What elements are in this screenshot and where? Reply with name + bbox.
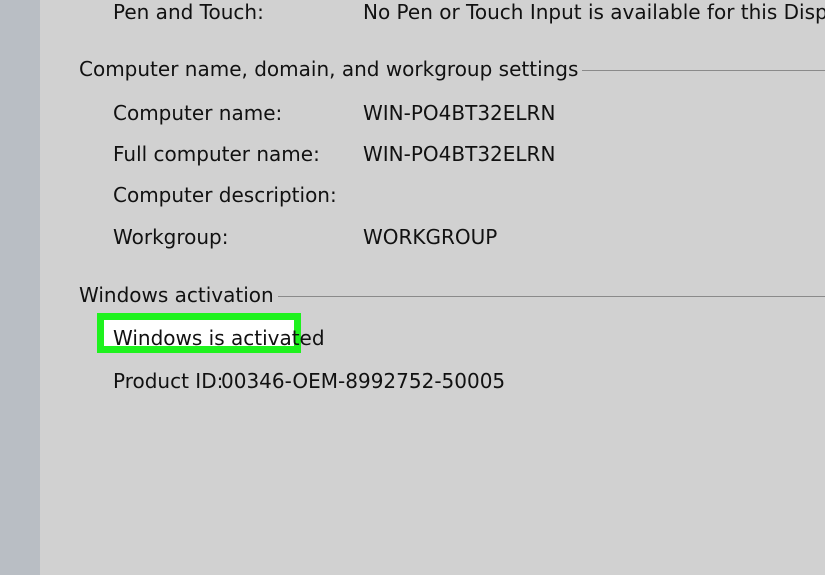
activation-status-highlight: Windows is activated [97, 313, 325, 353]
section-divider [582, 70, 825, 71]
left-navigation-strip [0, 0, 40, 575]
computer-name-section-title: Computer name, domain, and workgroup set… [79, 57, 579, 81]
workgroup-value: WORKGROUP [363, 225, 498, 249]
system-properties-panel: Pen and Touch: No Pen or Touch Input is … [40, 0, 825, 575]
windows-activation-section-title: Windows activation [79, 283, 274, 307]
computer-name-label: Computer name: [113, 101, 283, 125]
full-computer-name-label: Full computer name: [113, 142, 320, 166]
computer-name-value: WIN-PO4BT32ELRN [363, 101, 556, 125]
windows-activation-section-header: Windows activation [79, 283, 825, 307]
product-id-value: 00346-OEM-8992752-50005 [221, 369, 506, 393]
computer-name-section-header: Computer name, domain, and workgroup set… [79, 57, 825, 81]
pen-touch-label: Pen and Touch: [113, 0, 264, 24]
product-id-label: Product ID: [113, 369, 224, 393]
full-computer-name-value: WIN-PO4BT32ELRN [363, 142, 556, 166]
section-divider [277, 296, 825, 297]
pen-touch-value: No Pen or Touch Input is available for t… [363, 0, 825, 24]
workgroup-label: Workgroup: [113, 225, 229, 249]
computer-description-label: Computer description: [113, 183, 337, 207]
activation-status-text: Windows is activated [113, 326, 325, 350]
